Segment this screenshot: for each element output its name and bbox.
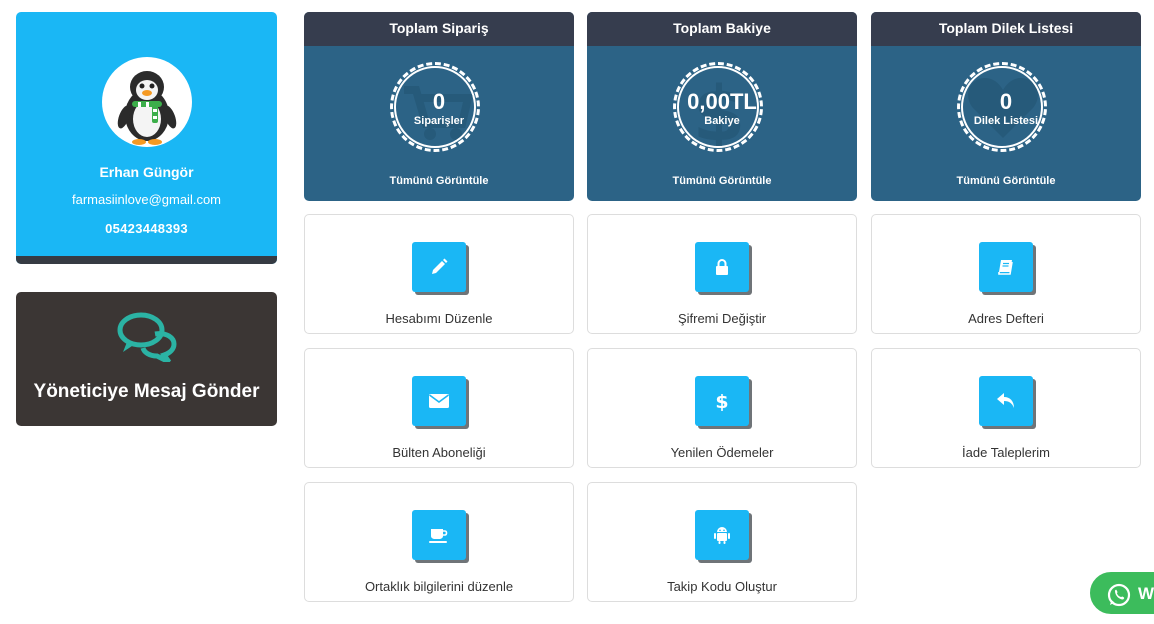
- tile-label: İade Taleplerim: [962, 445, 1050, 460]
- tile-label: Şifremi Değiştir: [677, 311, 767, 326]
- newsletter-subscription-button[interactable]: Bülten Aboneliği: [304, 348, 574, 468]
- tile-icon-box: [979, 376, 1033, 426]
- tile-label: Hesabımı Düzenle: [385, 311, 493, 326]
- whatsapp-icon: [1107, 583, 1131, 607]
- reply-icon: [997, 393, 1014, 408]
- profile-bottom-bar: [16, 256, 277, 264]
- pencil-icon: [432, 258, 448, 274]
- edit-affiliate-info-button[interactable]: Ortaklık bilgilerini düzenle: [304, 482, 574, 602]
- view-all-orders-link[interactable]: Tümünü Görüntüle: [304, 175, 574, 187]
- edit-account-button[interactable]: Hesabımı Düzenle: [304, 214, 574, 334]
- tile-label: Ortaklık bilgilerini düzenle: [364, 579, 514, 594]
- stat-total-balance: Toplam Bakiye $ 0,00TL Bakiye Tümünü Gör…: [587, 12, 857, 201]
- avatar: [102, 57, 192, 147]
- stat-subtitle: Bakiye: [704, 115, 740, 127]
- message-admin-button[interactable]: Yöneticiye Mesaj Gönder: [16, 292, 277, 426]
- lock-icon: [716, 259, 728, 275]
- whatsapp-button[interactable]: W: [1088, 570, 1154, 616]
- stat-value: 0,00TL: [687, 89, 757, 114]
- penguin-icon: [117, 71, 177, 145]
- tile-icon-box: [979, 242, 1033, 292]
- dollar-icon: $: [715, 391, 728, 412]
- envelope-icon: [429, 394, 449, 408]
- stat-value: 0: [432, 89, 446, 114]
- return-requests-button[interactable]: İade Taleplerim: [871, 348, 1141, 468]
- stat-value: 0: [999, 89, 1013, 114]
- tile-icon-box: $: [695, 376, 749, 426]
- recurring-payments-button[interactable]: $ Yenilen Ödemeler: [587, 348, 857, 468]
- message-admin-label: Yöneticiye Mesaj Gönder: [33, 381, 260, 402]
- view-all-balance-link[interactable]: Tümünü Görüntüle: [587, 175, 857, 187]
- tile-icon-box: [412, 510, 466, 560]
- whatsapp-label: W: [1138, 584, 1154, 603]
- stat-subtitle: Siparişler: [413, 115, 465, 127]
- svg-text:$: $: [715, 391, 728, 412]
- profile-card: Erhan Güngör farmasiinlove@gmail.com 054…: [16, 12, 277, 264]
- stat-title: Toplam Bakiye: [587, 12, 857, 46]
- stat-total-wishlist: Toplam Dilek Listesi 0 Dilek Listesi Tüm…: [871, 12, 1141, 201]
- book-icon: [998, 260, 1013, 275]
- stat-title: Toplam Sipariş: [304, 12, 574, 46]
- tile-icon-box: [695, 242, 749, 292]
- stat-subtitle: Dilek Listesi: [973, 115, 1039, 127]
- tile-label: Yenilen Ödemeler: [670, 445, 774, 460]
- tile-icon-box: [695, 510, 749, 560]
- profile-name: Erhan Güngör: [99, 164, 194, 180]
- tile-label: Bülten Aboneliği: [392, 445, 486, 460]
- tile-label: Takip Kodu Oluştur: [667, 579, 777, 594]
- stat-title: Toplam Dilek Listesi: [871, 12, 1141, 46]
- coffee-icon: [429, 529, 448, 543]
- profile-email: farmasiinlove@gmail.com: [71, 192, 222, 207]
- chat-bubbles-icon: [117, 312, 177, 362]
- stat-total-orders: Toplam Sipariş 0 Siparişler Tümünü Görün…: [304, 12, 574, 201]
- create-tracking-code-button[interactable]: Takip Kodu Oluştur: [587, 482, 857, 602]
- profile-phone: 05423448393: [105, 221, 188, 236]
- change-password-button[interactable]: Şifremi Değiştir: [587, 214, 857, 334]
- tile-icon-box: [412, 242, 466, 292]
- tile-label: Adres Defteri: [968, 311, 1044, 326]
- tile-icon-box: [412, 376, 466, 426]
- address-book-button[interactable]: Adres Defteri: [871, 214, 1141, 334]
- android-icon: [714, 527, 730, 544]
- view-all-wishlist-link[interactable]: Tümünü Görüntüle: [871, 175, 1141, 187]
